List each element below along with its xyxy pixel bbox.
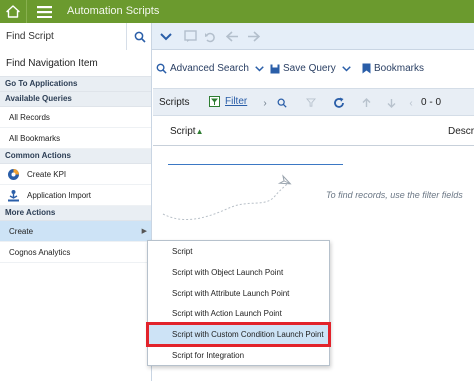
filter-toggle[interactable]: Filter [209, 96, 247, 107]
menu-item-script-for-integration[interactable]: Script for Integration [148, 345, 329, 366]
save-record-button[interactable] [180, 23, 200, 50]
action-create[interactable]: Create ▶ [0, 221, 151, 242]
find-navigation-item-field[interactable]: Find Navigation Item [0, 50, 151, 77]
query-all-bookmarks[interactable]: All Bookmarks [0, 128, 151, 149]
arrow-down-icon [387, 99, 395, 108]
menu-item-script[interactable]: Script [148, 241, 329, 262]
action-create-kpi[interactable]: Create KPI [0, 164, 151, 185]
undo-button[interactable] [200, 23, 220, 50]
pagination-count: 0 - 0 [421, 97, 442, 108]
submenu-arrow-icon: ▶ [141, 228, 147, 235]
hamburger-icon [36, 5, 52, 18]
advanced-search-button[interactable]: Advanced Search [156, 63, 264, 74]
bookmarks-label: Bookmarks [374, 63, 425, 74]
search-icon [134, 31, 146, 43]
table-column-headers: Script▲ Descr [153, 116, 474, 146]
import-icon [8, 190, 19, 202]
toolbar-dropdown-button[interactable] [156, 23, 176, 50]
action-application-import[interactable]: Application Import [0, 185, 151, 206]
column-script-label: Script [170, 126, 196, 137]
save-query-label: Save Query [283, 63, 336, 74]
chevron-left-icon: ‹ [409, 97, 413, 109]
arrow-up-icon [362, 98, 370, 107]
menu-item-script-custom-condition-launch-point[interactable]: Script with Custom Condition Launch Poin… [146, 322, 331, 347]
home-icon [6, 5, 20, 18]
search-icon [156, 63, 167, 74]
menu-item-script-attribute-launch-point[interactable]: Script with Attribute Launch Point [148, 283, 329, 304]
undo-icon [205, 32, 215, 42]
advanced-search-label: Advanced Search [170, 63, 249, 74]
chevron-down-icon [255, 65, 264, 72]
column-description[interactable]: Descr [448, 126, 474, 137]
menu-item-script-object-launch-point[interactable]: Script with Object Launch Point [148, 262, 329, 283]
menu-button[interactable] [32, 0, 56, 23]
sort-ascending-icon: ▲ [195, 127, 204, 136]
save-record-icon [183, 30, 197, 42]
refresh-button[interactable] [331, 94, 347, 112]
bookmarks-button[interactable]: Bookmarks [362, 63, 424, 74]
search-icon [277, 98, 287, 108]
go-to-applications-link[interactable]: Go To Applications [0, 77, 151, 92]
app-title: Automation Scripts [67, 5, 160, 17]
find-script-label: Find Script [6, 31, 54, 42]
save-icon [270, 64, 280, 73]
home-button[interactable] [0, 0, 27, 23]
find-script-field[interactable]: Find Script [0, 23, 152, 50]
bookmark-icon [362, 63, 371, 74]
next-page-button[interactable] [383, 94, 399, 112]
previous-page-button[interactable] [358, 94, 374, 112]
refresh-icon [334, 97, 344, 108]
forward-button[interactable] [243, 23, 263, 50]
list-toolbar: Scripts Filter › ‹ 0 - 0 [153, 88, 474, 116]
chevron-right-icon: › [263, 97, 267, 109]
column-script[interactable]: Script▲ [170, 126, 203, 137]
chevron-down-icon [160, 32, 172, 40]
filter-label: Filter [225, 96, 248, 107]
forward-icon [247, 31, 260, 42]
action-create-label: Create [9, 227, 34, 236]
find-toolbar-row: Find Script [0, 23, 474, 50]
list-tab-title: Scripts [159, 97, 190, 108]
available-queries-header: Available Queries [0, 92, 151, 107]
back-icon [225, 31, 238, 42]
action-create-kpi-label: Create KPI [27, 170, 67, 179]
list-search-button[interactable] [274, 94, 290, 112]
filter-icon [209, 96, 220, 107]
script-filter-input[interactable] [168, 164, 343, 165]
back-button[interactable] [222, 23, 242, 50]
chevron-down-icon [342, 65, 351, 72]
menu-item-script-action-launch-point[interactable]: Script with Action Launch Point [148, 303, 329, 324]
clear-filter-icon [306, 98, 316, 107]
save-query-button[interactable]: Save Query [270, 63, 351, 74]
kpi-icon [8, 169, 19, 180]
create-submenu: Script Script with Object Launch Point S… [146, 240, 331, 366]
common-actions-header: Common Actions [0, 149, 151, 164]
list-actions-bar: Advanced Search Save Query Bookmarks [153, 50, 474, 88]
query-all-records[interactable]: All Records [0, 107, 151, 128]
empty-list-message: To find records, use the filter fields [326, 190, 463, 200]
action-cognos-analytics[interactable]: Cognos Analytics [0, 242, 151, 263]
more-actions-header: More Actions [0, 206, 151, 221]
clear-filter-button[interactable] [303, 94, 319, 112]
find-search-button[interactable] [126, 23, 152, 50]
top-bar: Automation Scripts [0, 0, 474, 23]
empty-list-illustration [162, 174, 292, 221]
side-navigation: Find Navigation Item Go To Applications … [0, 50, 152, 381]
action-application-import-label: Application Import [27, 191, 92, 200]
